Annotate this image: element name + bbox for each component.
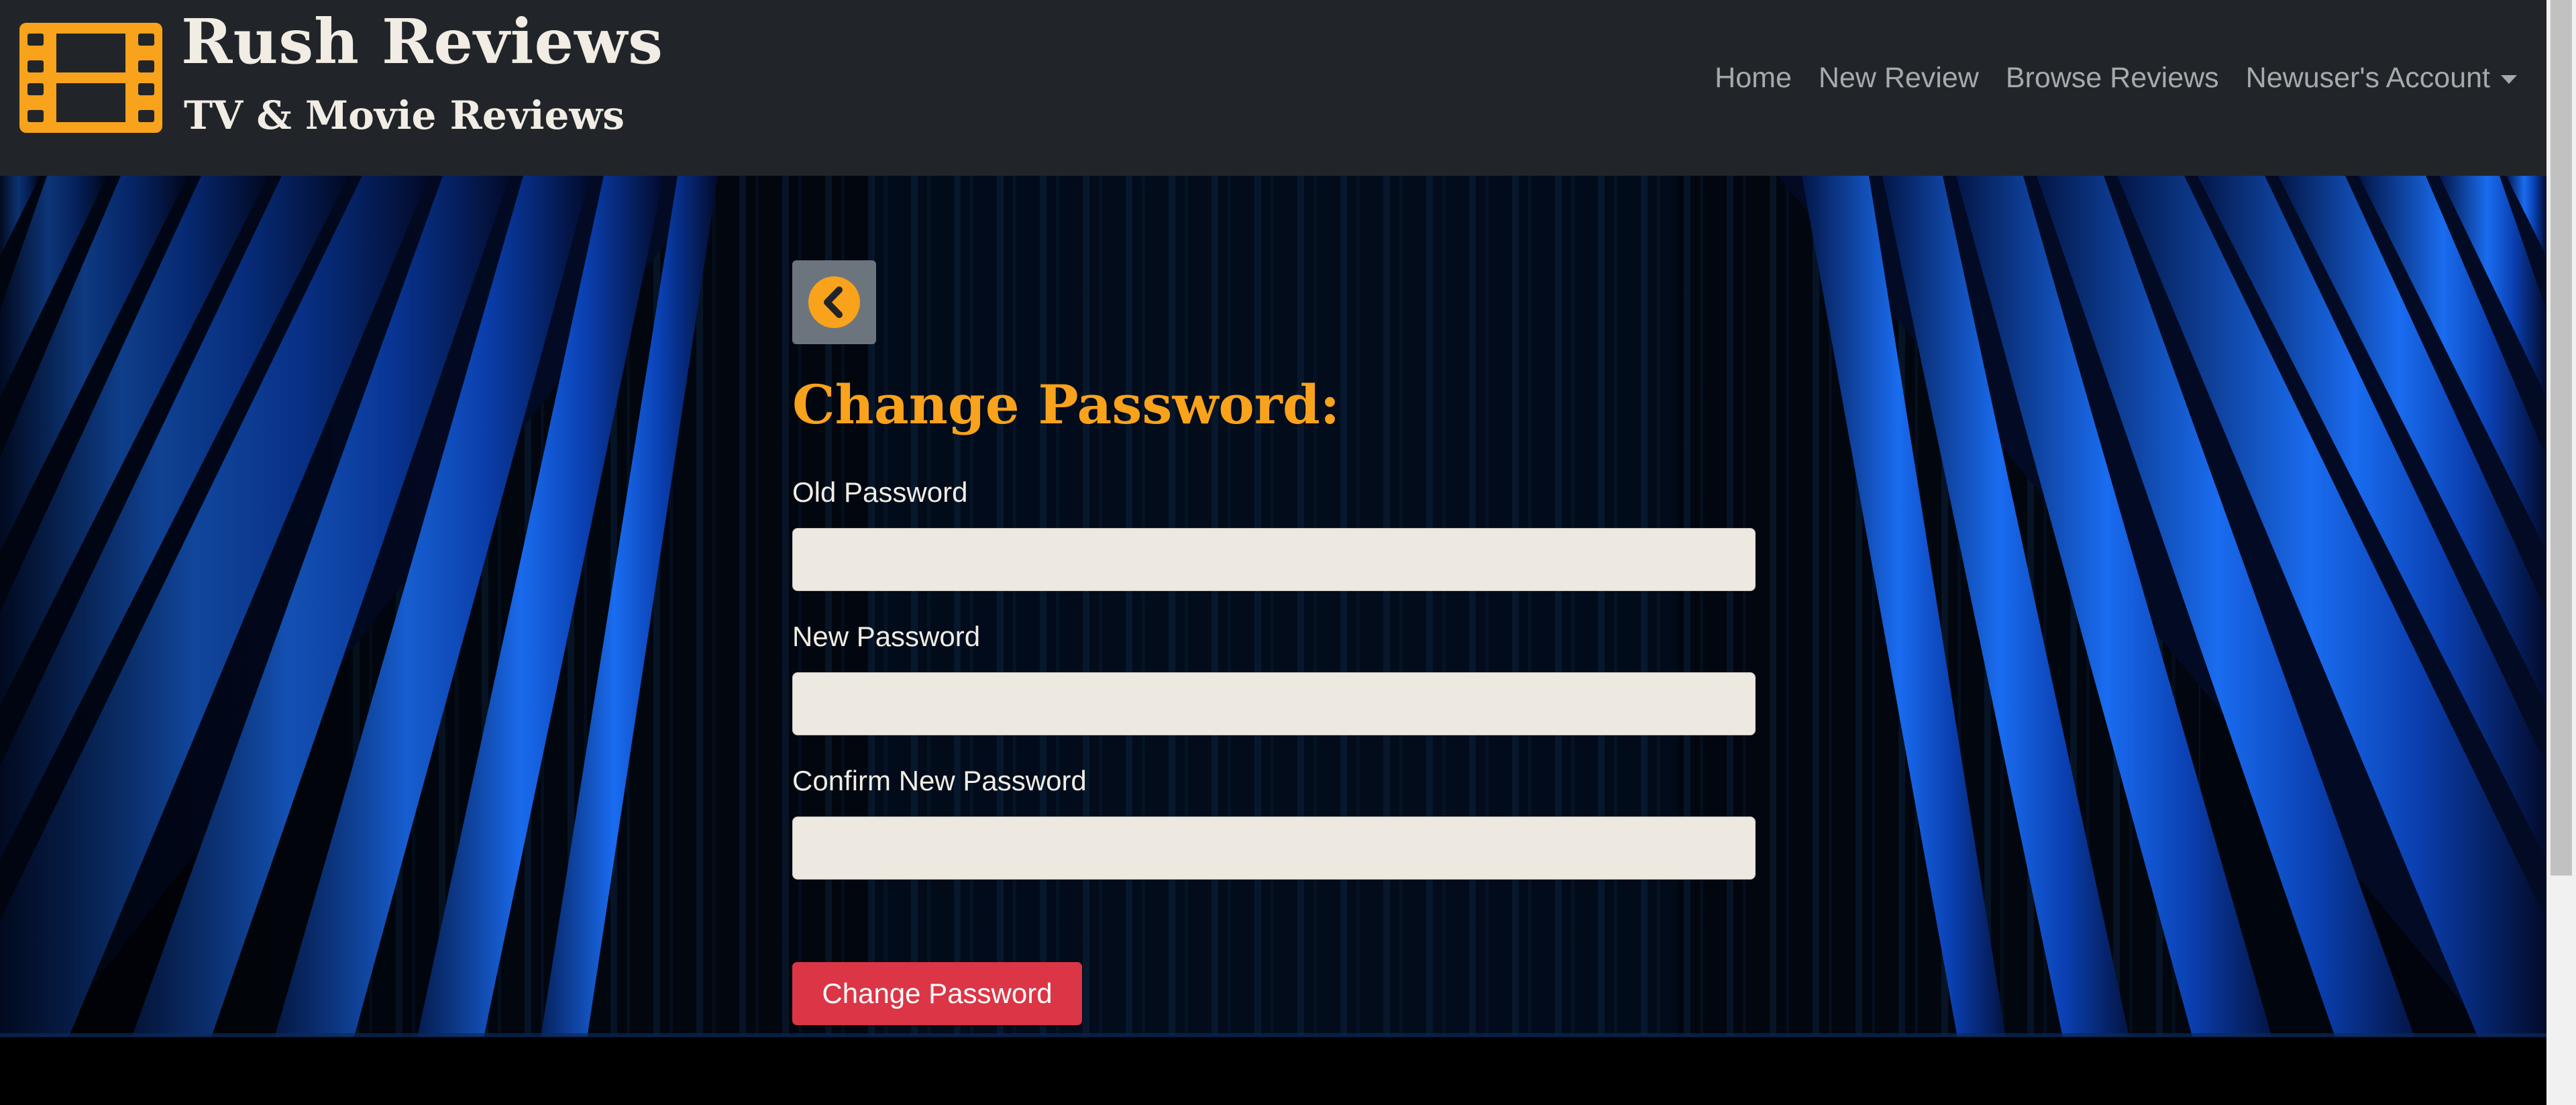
new-password-label: New Password: [792, 621, 981, 652]
nav-home[interactable]: Home: [1715, 62, 1792, 95]
navbar: Rush Reviews TV & Movie Reviews Home New…: [0, 0, 2546, 176]
old-password-input[interactable]: [792, 528, 1756, 591]
confirm-password-label: Confirm New Password: [792, 765, 1087, 796]
brand-subtitle: TV & Movie Reviews: [184, 93, 625, 138]
film-strip-icon[interactable]: [19, 23, 162, 133]
scrollbar[interactable]: [2546, 0, 2576, 1105]
brand-title[interactable]: Rush Reviews: [181, 5, 663, 78]
caret-down-icon: [2501, 75, 2517, 85]
nav-new-review[interactable]: New Review: [1819, 62, 1979, 95]
change-password-button[interactable]: Change Password: [792, 962, 1082, 1025]
new-password-input[interactable]: [792, 672, 1756, 735]
old-password-label: Old Password: [792, 476, 968, 508]
nav-links: Home New Review Browse Reviews Newuser's…: [1715, 62, 2517, 95]
nav-account-dropdown[interactable]: Newuser's Account: [2246, 62, 2517, 95]
confirm-password-input[interactable]: [792, 817, 1756, 880]
back-button[interactable]: [792, 260, 876, 344]
curtain-illustration: [0, 176, 2546, 1105]
nav-browse-reviews[interactable]: Browse Reviews: [2006, 62, 2219, 95]
page: Rush Reviews TV & Movie Reviews Home New…: [0, 0, 2576, 1105]
nav-account-label: Newuser's Account: [2245, 62, 2490, 94]
stage-background: [0, 176, 2546, 1105]
chevron-left-icon: [808, 276, 860, 328]
scrollbar-thumb[interactable]: [2551, 0, 2572, 876]
page-title: Change Password:: [792, 373, 1340, 436]
